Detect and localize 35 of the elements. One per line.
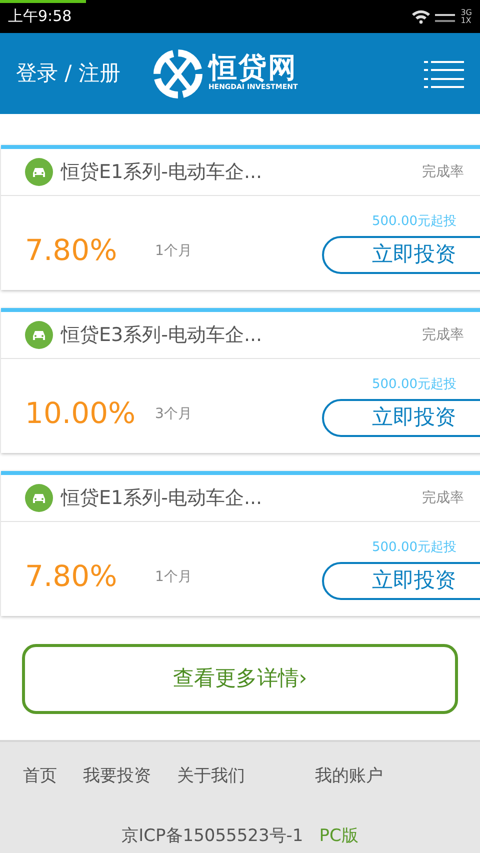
footer-link[interactable]: 我的账户	[315, 764, 383, 790]
product-title[interactable]: 恒贷E1系列-电动车企...	[61, 484, 262, 512]
sim-label: 1X	[460, 16, 472, 24]
car-icon	[25, 484, 53, 512]
completion-label: 完成率	[422, 488, 464, 508]
loan-term: 1个月	[155, 242, 192, 260]
loan-term: 1个月	[155, 568, 192, 586]
minimum-investment: 500.00元起投	[372, 376, 456, 394]
product-title[interactable]: 恒贷E3系列-电动车企...	[61, 320, 262, 350]
footer-link[interactable]: 我要投资	[83, 764, 151, 790]
more-details-button[interactable]: 查看更多详情›	[22, 644, 458, 714]
interest-rate: 7.80%	[25, 232, 118, 270]
completion-label: 完成率	[422, 162, 464, 182]
invest-button[interactable]: 立即投资	[322, 562, 480, 600]
logo-icon	[152, 48, 204, 100]
icp-number: 京ICP备15055523号-1	[122, 824, 304, 848]
loan-term: 3个月	[155, 404, 192, 424]
interest-rate: 10.00%	[25, 395, 137, 432]
clock: 上午9:58	[8, 6, 72, 28]
login-link[interactable]: 登录 / 注册	[16, 58, 120, 90]
interest-rate: 7.80%	[25, 558, 118, 596]
car-icon	[25, 321, 53, 349]
car-icon	[25, 158, 53, 186]
invest-button[interactable]: 立即投资	[322, 398, 480, 437]
invest-button[interactable]: 立即投资	[322, 236, 480, 274]
logo-name: 恒贷网	[209, 54, 298, 82]
minimum-investment: 500.00元起投	[372, 213, 456, 232]
footer-link[interactable]: 关于我们	[177, 764, 245, 790]
menu-icon[interactable]	[424, 60, 464, 88]
completion-label: 完成率	[422, 326, 464, 344]
footer-link[interactable]: 首页	[23, 764, 57, 790]
product-title[interactable]: 恒贷E1系列-电动车企...	[61, 158, 262, 186]
minimum-investment: 500.00元起投	[372, 539, 456, 558]
wifi-icon	[410, 9, 431, 24]
network-label: 3G	[460, 8, 472, 16]
